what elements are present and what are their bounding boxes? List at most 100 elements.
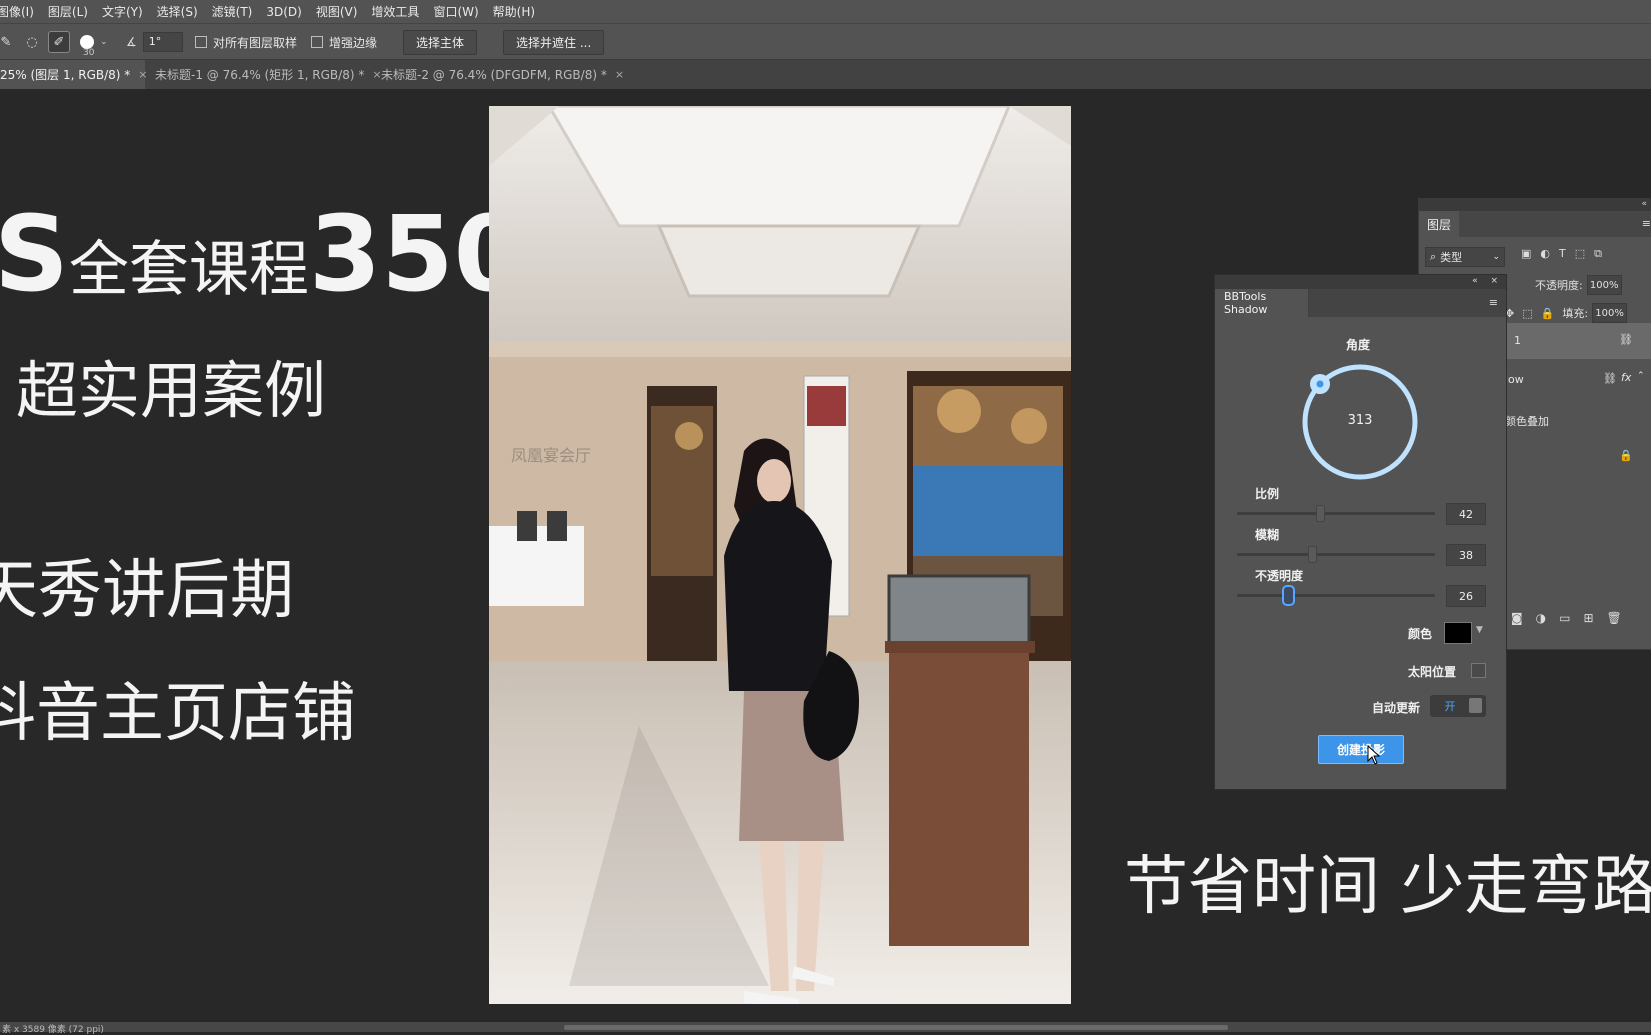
sun-position-checkbox[interactable] — [1471, 663, 1486, 678]
opacity-input[interactable]: 26 — [1446, 585, 1486, 607]
menu-image[interactable]: 图像(I) — [0, 3, 41, 20]
blur-label: 模糊 — [1255, 528, 1280, 542]
select-mask-wrap: 选择并遮住 ... — [503, 24, 605, 60]
menu-3d[interactable]: 3D(D) — [259, 5, 308, 19]
layer-opacity-row: 不透明度: 100% — [1535, 275, 1622, 295]
add-mask-icon[interactable]: ◙ — [1511, 611, 1523, 625]
angle-label: 角度 — [1346, 338, 1371, 352]
brush-tip-icon — [80, 35, 94, 49]
ratio-slider-thumb[interactable] — [1315, 505, 1325, 522]
slogan-text: 节省时间 少走弯路 — [1124, 850, 1651, 924]
collapse-icon[interactable]: « — [1419, 199, 1651, 211]
menu-bar: 图像(I) 图层(L) 文字(Y) 选择(S) 滤镜(T) 3D(D) 视图(V… — [0, 0, 1651, 23]
status-bar: 素 x 3589 像素 (72 ppi) — [0, 1022, 1651, 1035]
select-subject-wrap: 选择主体 — [403, 24, 478, 60]
brush-size-label: 30 — [83, 48, 95, 58]
angle-value: 313 — [1347, 413, 1373, 428]
menu-plugins[interactable]: 增效工具 — [364, 3, 426, 20]
layer-filter-value: 类型 — [1440, 251, 1463, 264]
adjustment-layer-icon[interactable]: ◑ — [1536, 611, 1546, 625]
blur-input[interactable]: 38 — [1446, 544, 1486, 566]
menu-select[interactable]: 选择(S) — [150, 3, 205, 20]
new-group-icon[interactable]: ▭ — [1559, 611, 1570, 625]
brush-add-icon[interactable]: ✎ — [0, 32, 16, 52]
image-filter-icon[interactable]: ▣ — [1521, 247, 1531, 261]
brush-subtract-icon[interactable]: ◌ — [22, 32, 42, 52]
ratio-label: 比例 — [1255, 487, 1280, 501]
type-filter-icon[interactable]: T — [1559, 247, 1566, 261]
sample-all-layers-label: 对所有图层取样 — [213, 35, 298, 50]
tab-bbtools-shadow[interactable]: BBTools Shadow — [1215, 289, 1309, 317]
toggle-on-text: 开 — [1444, 700, 1456, 713]
panel-menu-icon[interactable]: ≡ — [1489, 296, 1498, 309]
trash-icon[interactable]: 🗑 — [1607, 611, 1622, 625]
menu-layer[interactable]: 图层(L) — [41, 3, 95, 20]
angle-input[interactable]: 1° — [142, 32, 183, 52]
layer-filter-select[interactable]: ⌕ 类型 ⌄ — [1425, 247, 1505, 267]
bbtools-shadow-panel: « × BBTools Shadow ≡ 角度 313 比例 42 模糊 38 … — [1214, 274, 1507, 790]
document-tabs: 25% (图层 1, RGB/8) * × 未标题-1 @ 76.4% (矩形 … — [0, 60, 1651, 89]
collapse-icon[interactable]: « — [1472, 276, 1478, 286]
layer-fill-input[interactable]: 100% — [1592, 303, 1628, 323]
menu-type[interactable]: 文字(Y) — [95, 3, 150, 20]
sample-all-layers-checkbox[interactable] — [195, 36, 207, 48]
color-label: 颜色 — [1408, 627, 1433, 641]
tab-document-untitled-1[interactable]: 未标题-1 @ 76.4% (矩形 1, RGB/8) * × — [147, 60, 382, 89]
fx-badge: fx — [1621, 371, 1632, 384]
layers-tabstrip — [1459, 211, 1651, 237]
blur-slider-thumb[interactable] — [1307, 546, 1317, 563]
tab-layers[interactable]: 图层 — [1419, 211, 1460, 237]
close-icon[interactable]: × — [615, 68, 624, 81]
opacity-label: 不透明度 — [1255, 569, 1304, 583]
shadow-color-swatch[interactable] — [1444, 622, 1472, 644]
panel-header-bar: « × — [1215, 275, 1506, 289]
layer-opacity-input[interactable]: 100% — [1586, 275, 1622, 295]
tab-document-untitled-2[interactable]: 未标题-2 @ 76.4% (DFGDFM, RGB/8) * × — [373, 60, 624, 89]
opacity-slider-thumb[interactable] — [1281, 585, 1295, 606]
caret-down-icon[interactable]: ▼ — [1476, 625, 1483, 635]
sample-all-layers-option[interactable]: 对所有图层取样 — [195, 24, 297, 60]
select-and-mask-button[interactable]: 选择并遮住 ... — [503, 29, 605, 55]
document-size-info: 素 x 3589 像素 (72 ppi) — [2, 1025, 104, 1035]
horizontal-scrollbar[interactable] — [564, 1025, 1228, 1030]
tab-label: 25% (图层 1, RGB/8) * — [0, 68, 131, 82]
auto-update-toggle[interactable]: 开 — [1430, 695, 1486, 717]
panel-menu-icon[interactable]: ≡ — [1642, 217, 1651, 230]
ratio-slider[interactable] — [1237, 505, 1435, 522]
lock-all-icon[interactable]: 🔒 — [1541, 307, 1555, 320]
adjustment-filter-icon[interactable]: ◐ — [1540, 247, 1550, 261]
create-shadow-button[interactable]: 创建投影 — [1318, 735, 1404, 764]
auto-update-label: 自动更新 — [1372, 701, 1421, 715]
tab-label: 未标题-1 @ 76.4% (矩形 1, RGB/8) * — [155, 68, 365, 82]
photo-sign-text: 凤凰宴会厅 — [511, 446, 591, 465]
menu-window[interactable]: 窗口(W) — [426, 3, 485, 20]
link-icon: ⛓ — [1619, 333, 1633, 346]
link-icon: ⛓ — [1603, 372, 1617, 385]
chevron-up-icon[interactable]: ⌃ — [1637, 371, 1645, 381]
new-layer-icon[interactable]: ⊞ — [1583, 611, 1593, 625]
layer-opacity-label: 不透明度: — [1535, 279, 1583, 292]
menu-filter[interactable]: 滤镜(T) — [205, 3, 260, 20]
shape-filter-icon[interactable]: ⬚ — [1575, 247, 1585, 261]
blur-slider[interactable] — [1237, 546, 1435, 563]
smart-object-filter-icon[interactable]: ⧉ — [1594, 247, 1602, 261]
enhance-edge-checkbox[interactable] — [311, 36, 323, 48]
options-bar: ✎ ◌ ✐ ⌄ 30 ∡ 1° 对所有图层取样 增强边缘 选择主体 选择并遮住 … — [0, 23, 1651, 60]
layer-name: low — [1505, 373, 1524, 386]
enhance-edge-option[interactable]: 增强边缘 — [311, 24, 377, 60]
effect-label: 颜色叠加 — [1505, 415, 1549, 428]
close-icon[interactable]: × — [1490, 276, 1498, 286]
lock-artboard-icon[interactable]: ⬚ — [1522, 307, 1532, 320]
layer-fill-label: 填充: — [1562, 307, 1589, 320]
quick-select-icon[interactable]: ✐ — [48, 31, 70, 53]
menu-help[interactable]: 帮助(H) — [486, 3, 542, 20]
angle-dial[interactable]: 313 — [1301, 363, 1419, 481]
angle-group: ∡ 1° — [126, 24, 183, 60]
ratio-input[interactable]: 42 — [1446, 503, 1486, 525]
menu-view[interactable]: 视图(V) — [309, 3, 365, 20]
opacity-slider[interactable] — [1237, 585, 1435, 606]
headline-letter: S — [0, 193, 69, 315]
select-subject-button[interactable]: 选择主体 — [403, 29, 478, 55]
tab-document-active[interactable]: 25% (图层 1, RGB/8) * × — [0, 60, 148, 89]
mouse-cursor-icon — [1367, 745, 1381, 765]
